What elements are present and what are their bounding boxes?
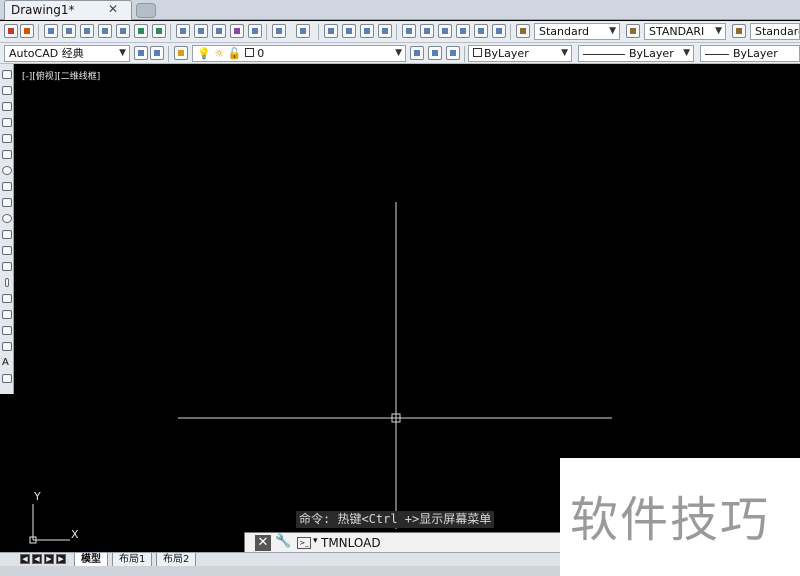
watermark: 软件技巧 [560,458,800,576]
tool-palettes-icon[interactable] [438,24,452,38]
sheet-set-icon[interactable] [456,24,470,38]
zoom-previous-icon[interactable] [378,24,392,38]
layer-state-icon[interactable] [446,46,460,60]
document-tab-bar: Drawing1* ✕ [0,0,800,20]
wrench-icon[interactable]: 🔧 [275,534,291,549]
chevron-down-icon[interactable]: ▾ [313,536,318,546]
open-file-icon[interactable] [62,24,76,38]
zoom-window-icon[interactable] [360,24,374,38]
lineweight-select[interactable]: ByLayer [700,45,800,62]
ucs-x-label: X [71,528,79,541]
layer-manager-icon[interactable] [174,46,188,60]
make-current-layer-icon[interactable] [410,46,424,60]
layer-select[interactable]: 💡 ☼ 🔓 0 ▼ [192,45,406,62]
ucs-y-label: Y [34,490,41,503]
save-icon[interactable] [80,24,94,38]
linetype-select[interactable]: ByLayer ▼ [578,45,694,62]
match-properties-icon[interactable] [230,24,244,38]
layer-color-swatch [244,48,254,57]
plot-icon[interactable] [152,24,166,38]
dim-style-select[interactable]: STANDARI ▼ [644,23,726,40]
color-swatch [473,48,482,57]
toolbar-separator [266,24,267,40]
viewport-controls-label[interactable]: [-][俯视][二维线框] [22,69,100,82]
watermark-text: 软件技巧 [570,492,771,548]
markup-icon[interactable] [474,24,488,38]
chevron-down-icon: ▼ [683,48,690,58]
workspace-select[interactable]: AutoCAD 经典 ▼ [4,45,130,62]
table-style-icon[interactable] [732,24,746,38]
chevron-down-icon: ▼ [715,26,722,36]
command-history-line: 命令: 热键<Ctrl +>显示屏幕菜单 [296,511,495,528]
chevron-down-icon: ▼ [609,26,616,36]
toolbar-separator [510,24,511,40]
workspace-settings-icon[interactable] [134,46,148,60]
chevron-down-icon: ▼ [561,48,568,58]
properties-icon[interactable] [402,24,416,38]
toolbar-separator [318,24,319,40]
layers-properties-toolbar: AutoCAD 经典 ▼ 💡 ☼ 🔓 0 ▼ ByLayer ▼ ByLayer ▼ … [0,43,800,64]
new-file-icon[interactable] [44,24,58,38]
publish-icon[interactable] [134,24,148,38]
document-tab-title: Drawing1* [11,3,75,17]
first-layout-icon[interactable]: ◀ [20,554,30,564]
command-input[interactable] [321,536,551,550]
print-preview-icon[interactable] [116,24,130,38]
next-layout-icon[interactable]: ▶ [44,554,54,564]
layer-previous-icon[interactable] [428,46,442,60]
prev-layout-icon[interactable]: ◀ [32,554,42,564]
quick-access-icon[interactable] [20,24,34,38]
text-style-select[interactable]: Standard ▼ [534,23,620,40]
help-icon[interactable] [492,24,506,38]
toolbar-separator [168,46,169,62]
lineweight-preview [705,53,729,55]
color-select[interactable]: ByLayer ▼ [468,45,572,62]
command-line: ✕ 🔧 >_ ▾ [244,532,564,554]
command-prompt-icon[interactable]: >_ [297,537,311,549]
paste-icon[interactable] [212,24,226,38]
print-icon[interactable] [98,24,112,38]
chevron-down-icon: ▼ [395,48,402,58]
last-layout-icon[interactable]: ▶ [56,554,66,564]
text-style-icon[interactable] [516,24,530,38]
layer-lock-icon: 🔓 [227,47,242,60]
undo-icon[interactable] [272,24,286,38]
linetype-preview [583,53,625,55]
copy-icon[interactable] [194,24,208,38]
block-editor-icon[interactable] [248,24,262,38]
app-menu-icon[interactable] [4,24,18,38]
close-icon[interactable]: ✕ [108,2,118,16]
standard-toolbar: Standard▼ STANDARI▼ Standard [0,21,800,43]
toolbar-separator [170,24,171,40]
workspace-lock-icon[interactable] [150,46,164,60]
redo-icon[interactable] [296,24,310,38]
layer-freeze-icon: ☼ [214,47,225,60]
close-icon[interactable]: ✕ [255,535,271,551]
zoom-realtime-icon[interactable] [342,24,356,38]
design-center-icon[interactable] [420,24,434,38]
toolbar-separator [396,24,397,40]
layer-on-icon: 💡 [197,47,211,60]
pan-icon[interactable] [324,24,338,38]
toolbar-separator [38,24,39,40]
table-style-select[interactable]: Standard [750,23,800,40]
dim-style-icon[interactable] [626,24,640,38]
toolbar-separator [464,46,465,62]
new-tab-button[interactable] [136,3,156,18]
chevron-down-icon: ▼ [119,48,126,58]
cut-icon[interactable] [176,24,190,38]
